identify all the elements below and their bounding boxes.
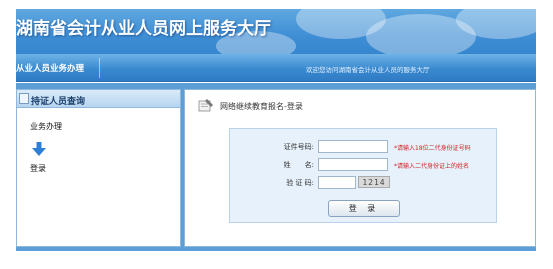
name-label: 姓 名: [283, 161, 314, 169]
cert-hint: *请输入18位二代身份证号码 [394, 145, 471, 152]
form-row-cert: 证件号码: *请输入18位二代身份证号码 [230, 140, 498, 154]
nav-section-label[interactable]: 从业人员业务办理 [16, 62, 84, 74]
form-row-captcha: 验 证 码: 1214 [230, 176, 498, 190]
nav-bar: 从业人员业务办理 欢迎您访问湖南省会计从业人员的服务大厅 [16, 54, 536, 82]
name-input[interactable] [318, 158, 388, 171]
nav-divider [99, 58, 100, 78]
sidebar-item-business[interactable]: 业务办理 [30, 121, 62, 132]
sidebar-header-label: 持证人员查询 [31, 97, 86, 107]
content-area: 持证人员查询 业务办理 登录 网络继续教育报名-登录 证件号码: *请输入18位… [16, 83, 536, 251]
arrow-down-icon [32, 142, 46, 156]
welcome-text: 欢迎您访问湖南省会计从业人员的服务大厅 [306, 66, 430, 74]
form-row-name: 姓 名: *请输入二代身份证上的姓名 [230, 158, 498, 172]
header-banner: 湖南省会计从业人员网上服务大厅 [16, 9, 536, 54]
captcha-image[interactable]: 1214 [358, 176, 390, 188]
captcha-label: 验 证 码: [286, 179, 314, 187]
sidebar-header[interactable]: 持证人员查询 [17, 90, 180, 108]
captcha-input[interactable] [318, 176, 356, 189]
cert-number-input[interactable] [318, 140, 388, 153]
cert-label: 证件号码: [283, 143, 314, 151]
sidebar: 持证人员查询 业务办理 登录 [16, 89, 181, 247]
edit-icon [198, 99, 213, 112]
app-window: 湖南省会计从业人员网上服务大厅 从业人员业务办理 欢迎您访问湖南省会计从业人员的… [16, 9, 536, 251]
site-title: 湖南省会计从业人员网上服务大厅 [16, 19, 271, 39]
login-form: 证件号码: *请输入18位二代身份证号码 姓 名: *请输入二代身份证上的姓名 … [229, 128, 497, 223]
login-button[interactable]: 登 录 [328, 200, 400, 217]
main-panel: 网络继续教育报名-登录 证件号码: *请输入18位二代身份证号码 姓 名: *请… [184, 89, 536, 247]
breadcrumb: 网络继续教育报名-登录 [220, 102, 303, 111]
sidebar-item-login[interactable]: 登录 [30, 163, 46, 174]
name-hint: *请输入二代身份证上的姓名 [394, 163, 470, 170]
document-icon [19, 93, 29, 104]
